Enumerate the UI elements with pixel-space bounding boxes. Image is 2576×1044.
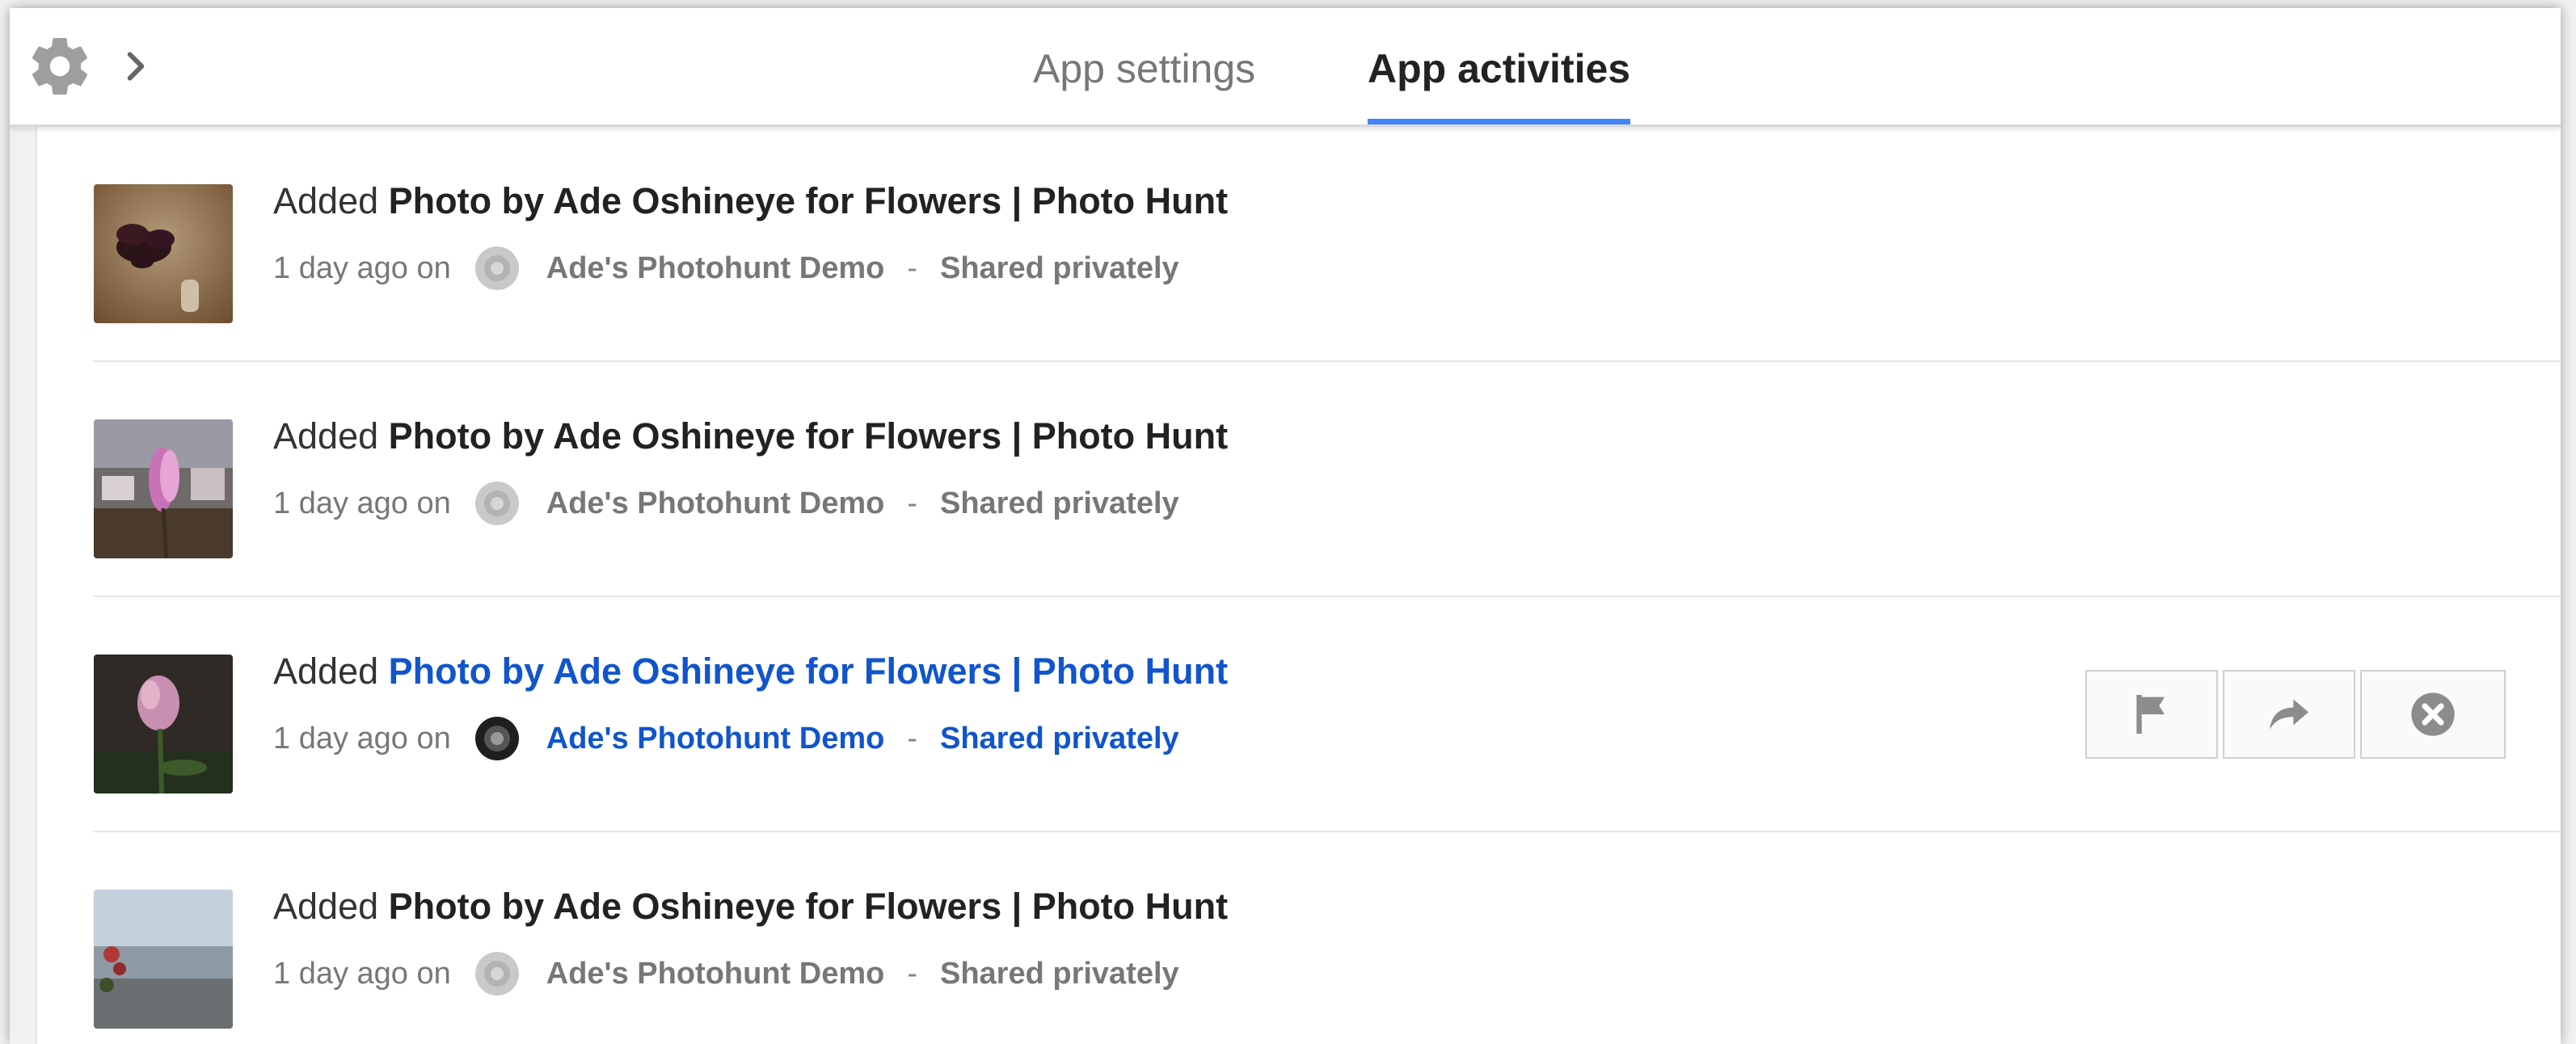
visibility-link[interactable]: Shared privately xyxy=(940,486,1179,521)
app-source-link[interactable]: Ade's Photohunt Demo xyxy=(546,486,885,521)
top-bar: App settings App activities xyxy=(10,8,2561,127)
activity-verb: Added xyxy=(273,415,379,457)
gear-icon[interactable] xyxy=(26,32,94,100)
photo-thumbnail[interactable] xyxy=(94,419,233,558)
flag-icon xyxy=(2136,695,2165,734)
activity-verb: Added xyxy=(273,886,379,927)
flag-button[interactable] xyxy=(2085,670,2218,759)
activity-time: 1 day ago on xyxy=(273,250,451,285)
close-icon xyxy=(2411,692,2455,736)
activity-item[interactable]: Added Photo by Ade Oshineye for Flowers … xyxy=(10,832,2561,1044)
chevron-right-icon[interactable] xyxy=(118,48,154,84)
separator: - xyxy=(907,250,917,285)
photo-thumbnail[interactable] xyxy=(94,655,233,794)
app-source-link[interactable]: Ade's Photohunt Demo xyxy=(546,957,885,991)
app-icon xyxy=(474,482,519,525)
app-source-link[interactable]: Ade's Photohunt Demo xyxy=(546,251,885,286)
row-actions xyxy=(2085,670,2511,759)
activity-title-link[interactable]: Photo by Ade Oshineye for Flowers | Phot… xyxy=(389,886,1228,927)
activity-title-link[interactable]: Photo by Ade Oshineye for Flowers | Phot… xyxy=(389,180,1228,221)
app-icon xyxy=(474,952,519,996)
share-icon xyxy=(2270,699,2308,730)
activity-verb: Added xyxy=(273,650,379,692)
app-icon xyxy=(474,246,519,290)
separator: - xyxy=(907,486,917,520)
separator: - xyxy=(907,956,917,991)
activity-item[interactable]: Added Photo by Ade Oshineye for Flowers … xyxy=(10,362,2561,597)
activity-time: 1 day ago on xyxy=(273,486,451,520)
app-activities-panel: App settings App activities Added Photo … xyxy=(10,8,2561,1044)
tab-app-settings[interactable]: App settings xyxy=(1033,8,1255,124)
dismiss-button[interactable] xyxy=(2360,670,2506,759)
activity-item[interactable]: Added Photo by Ade Oshineye for Flowers … xyxy=(10,127,2561,362)
separator: - xyxy=(907,721,917,756)
activity-time: 1 day ago on xyxy=(273,721,451,756)
photo-thumbnail[interactable] xyxy=(94,890,233,1029)
share-button[interactable] xyxy=(2223,670,2355,759)
tab-app-activities[interactable]: App activities xyxy=(1368,8,1631,124)
visibility-link[interactable]: Shared privately xyxy=(940,722,1179,756)
activity-title-link[interactable]: Photo by Ade Oshineye for Flowers | Phot… xyxy=(389,650,1228,692)
photo-thumbnail[interactable] xyxy=(94,184,233,323)
activity-title-link[interactable]: Photo by Ade Oshineye for Flowers | Phot… xyxy=(389,415,1228,457)
visibility-link[interactable]: Shared privately xyxy=(940,251,1179,286)
activity-time: 1 day ago on xyxy=(273,956,451,991)
activity-verb: Added xyxy=(273,180,379,221)
visibility-link[interactable]: Shared privately xyxy=(940,957,1179,991)
app-source-link[interactable]: Ade's Photohunt Demo xyxy=(546,722,885,756)
app-icon xyxy=(474,717,519,760)
